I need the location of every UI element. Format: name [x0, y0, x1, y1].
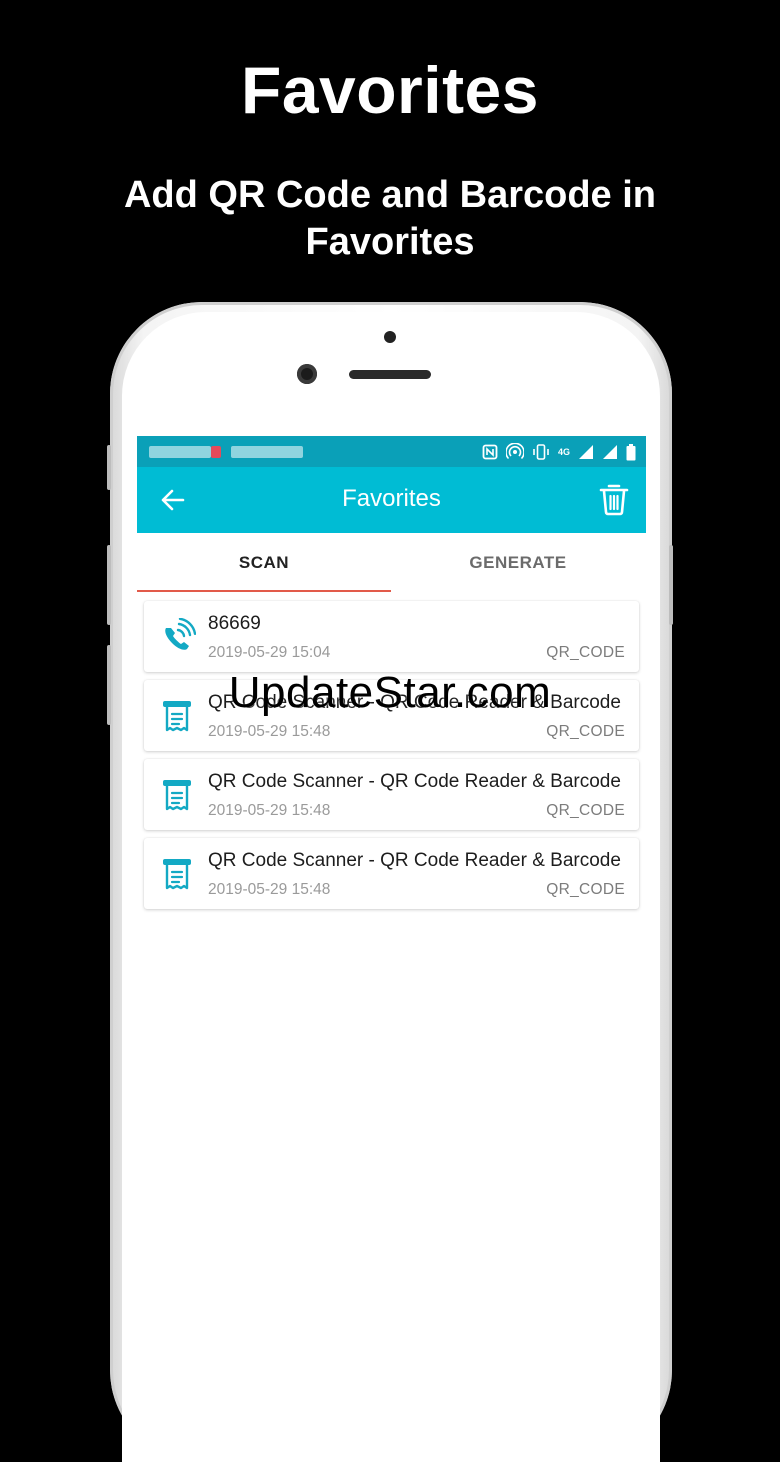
item-date: 2019-05-29 15:04: [208, 644, 331, 661]
front-camera: [297, 364, 317, 384]
promo-subtitle: Add QR Code and Barcode in Favorites: [123, 174, 657, 263]
item-title: 86669: [208, 613, 261, 634]
item-date: 2019-05-29 15:48: [208, 723, 331, 740]
item-title: QR Code Scanner - QR Code Reader & Barco…: [208, 771, 621, 792]
vibrate-icon: [533, 444, 549, 460]
list-item[interactable]: 86669 2019-05-29 15:04 QR_CODE: [144, 601, 639, 672]
nfc-icon: [482, 444, 498, 460]
receipt-icon: [163, 780, 191, 811]
phone-volume-up-button: [107, 545, 111, 625]
tab-bar: SCAN GENERATE: [137, 533, 646, 593]
hotspot-icon: [505, 443, 524, 460]
list-item[interactable]: QR Code Scanner - QR Code Reader & Barco…: [144, 759, 639, 830]
favorites-list: 86669 2019-05-29 15:04 QR_CODE QR Code S…: [144, 601, 639, 917]
active-tab-indicator: [137, 590, 391, 592]
app-bar: Favorites: [137, 467, 646, 533]
network-type-label: 4G: [557, 446, 570, 457]
app-screen: 4G Favorites SCAN GENERATE 86669 2019-05…: [137, 436, 646, 1388]
trash-icon[interactable]: [599, 482, 629, 516]
item-type: QR_CODE: [546, 644, 625, 661]
phone-call-icon: [165, 618, 196, 650]
status-bar: 4G: [137, 436, 646, 467]
tab-generate[interactable]: GENERATE: [391, 533, 645, 593]
status-icons: 4G: [482, 441, 636, 463]
item-title: QR Code Scanner - QR Code Reader & Barco…: [208, 850, 621, 871]
page-title: Favorites: [342, 485, 441, 512]
battery-icon: [626, 443, 636, 460]
item-type: QR_CODE: [546, 723, 625, 740]
promo-title: Favorites: [241, 53, 539, 127]
signal-icon: [579, 445, 593, 459]
phone-side-button: [107, 445, 111, 490]
watermark: UpdateStar.com: [228, 668, 552, 717]
item-date: 2019-05-29 15:48: [208, 802, 331, 819]
list-item[interactable]: QR Code Scanner - QR Code Reader & Barco…: [144, 838, 639, 909]
tab-scan[interactable]: SCAN: [137, 533, 391, 593]
proximity-sensor: [384, 331, 396, 343]
notification-icons-blurred: [231, 446, 303, 458]
notification-icons-blurred: [149, 446, 211, 458]
signal-icon: [603, 445, 617, 459]
phone-power-button: [669, 545, 673, 625]
item-type: QR_CODE: [546, 881, 625, 898]
notification-dot: [211, 446, 221, 458]
item-date: 2019-05-29 15:48: [208, 881, 331, 898]
item-type: QR_CODE: [546, 802, 625, 819]
earpiece-speaker: [349, 370, 431, 379]
receipt-icon: [163, 859, 191, 890]
